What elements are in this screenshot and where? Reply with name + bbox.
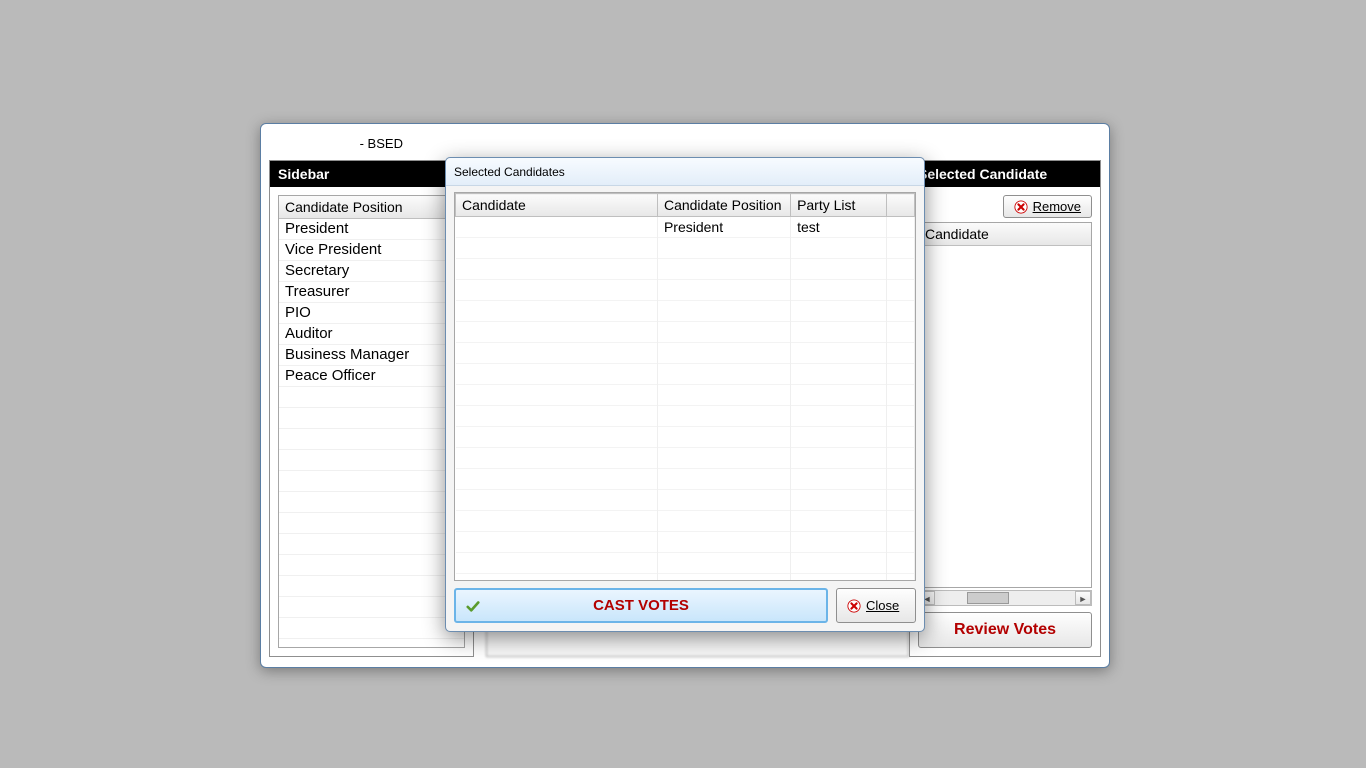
selected-scrollbar-thumb[interactable] [967,592,1009,604]
table-row-empty [456,469,915,490]
table-row-empty [456,322,915,343]
cell-party: test [791,217,887,238]
remove-button[interactable]: Remove [1003,195,1092,218]
review-votes-label: Review Votes [954,621,1056,639]
cast-votes-label: CAST VOTES [593,597,689,614]
table-row-empty [456,259,915,280]
sidebar-item-empty [279,534,464,555]
table-row-empty [456,301,915,322]
sidebar-list[interactable]: Candidate Position PresidentVice Preside… [278,195,465,648]
sidebar-column-header[interactable]: Candidate Position [279,196,464,219]
sidebar-item-empty [279,513,464,534]
table-row-empty [456,532,915,553]
sidebar-item-empty [279,450,464,471]
close-button[interactable]: Close [836,588,916,623]
sidebar-panel: Sidebar Candidate Position PresidentVice… [269,160,474,657]
selected-candidates-dialog: Selected Candidates Candidate Candidate … [445,157,925,632]
selected-candidates-table[interactable]: Candidate Candidate Position Party List … [455,193,915,581]
table-row-empty [456,574,915,582]
table-row-empty [456,364,915,385]
sidebar-item[interactable]: Auditor [279,324,464,345]
sidebar-item-empty [279,471,464,492]
sidebar-item[interactable]: Business Manager [279,345,464,366]
sidebar-item[interactable]: Treasurer [279,282,464,303]
selected-candidate-panel: Selected Candidate Remove Candidate ◄ ► [909,160,1101,657]
table-col-spacer [887,194,915,217]
sidebar-item-empty [279,597,464,618]
check-icon [466,599,480,613]
table-row-empty [456,448,915,469]
dialog-titlebar[interactable]: Selected Candidates [446,158,924,186]
table-row-empty [456,427,915,448]
table-row-empty [456,238,915,259]
cell-position: President [657,217,790,238]
review-votes-button[interactable]: Review Votes [918,612,1092,648]
sidebar-item[interactable]: PIO [279,303,464,324]
remove-x-icon [1014,200,1028,214]
window-title: - BSED [268,136,403,151]
table-row-empty [456,553,915,574]
table-row-empty [456,511,915,532]
table-col-party[interactable]: Party List [791,194,887,217]
table-col-candidate[interactable]: Candidate [456,194,658,217]
table-row-empty [456,343,915,364]
main-titlebar: - BSED [268,131,1102,155]
sidebar-item-empty [279,639,464,648]
cell-candidate [456,217,658,238]
sidebar-item-empty [279,387,464,408]
dialog-title: Selected Candidates [454,165,565,179]
table-col-position[interactable]: Candidate Position [657,194,790,217]
sidebar-header: Sidebar [270,161,473,187]
dialog-footer: CAST VOTES Close [454,588,916,623]
close-button-label: Close [866,598,899,613]
scroll-right-icon[interactable]: ► [1075,591,1091,605]
close-x-icon [847,599,861,613]
sidebar-item-empty [279,555,464,576]
selected-candidate-column[interactable]: Candidate [919,223,1091,246]
table-row-empty [456,385,915,406]
cell-spacer [887,217,915,238]
table-row[interactable]: Presidenttest [456,217,915,238]
cast-votes-button[interactable]: CAST VOTES [454,588,828,623]
sidebar-item-empty [279,429,464,450]
sidebar-item[interactable]: President [279,219,464,240]
sidebar-item-empty [279,618,464,639]
selected-list-scrollbar[interactable]: ◄ ► [918,590,1092,606]
sidebar-item-empty [279,576,464,597]
sidebar-item[interactable]: Secretary [279,261,464,282]
sidebar-item-empty [279,492,464,513]
table-row-empty [456,490,915,511]
sidebar-item[interactable]: Peace Officer [279,366,464,387]
table-row-empty [456,280,915,301]
table-row-empty [456,406,915,427]
dialog-table-container: Candidate Candidate Position Party List … [454,192,916,581]
sidebar-item-empty [279,408,464,429]
selected-candidate-header: Selected Candidate [910,161,1100,187]
remove-button-label: Remove [1033,199,1081,214]
selected-candidate-list[interactable]: Candidate [918,222,1092,588]
sidebar-item[interactable]: Vice President [279,240,464,261]
